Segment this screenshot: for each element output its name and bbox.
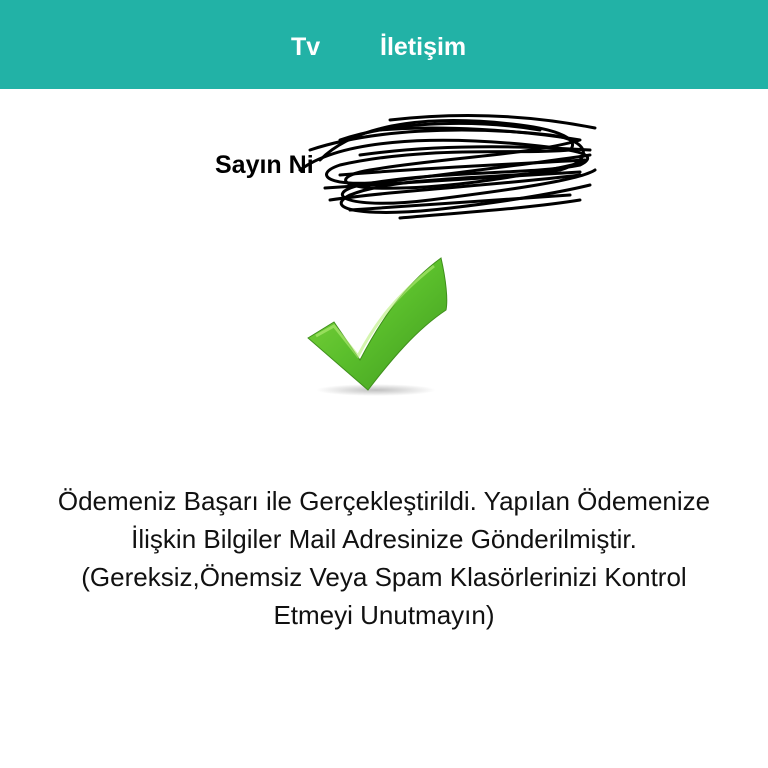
payment-success-message: Ödemeniz Başarı ile Gerçekleştirildi. Ya… <box>0 482 768 634</box>
nav-link-tv[interactable]: Tv <box>291 30 320 64</box>
top-navigation-bar: Tv İletişim <box>0 0 768 89</box>
nav-link-contact[interactable]: İletişim <box>380 30 466 64</box>
message-line: Etmeyi Unutmayın) <box>273 600 495 630</box>
redaction-scribble <box>298 114 597 220</box>
message-line: Ödemeniz Başarı ile Gerçekleştirildi. Ya… <box>57 486 711 516</box>
message-line: İlişkin Bilgiler Mail Adresinize Gönderi… <box>131 524 637 554</box>
message-line: (Gereksiz,Önemsiz Veya Spam Klasörlerini… <box>81 562 687 592</box>
checkmark-icon <box>307 257 448 396</box>
